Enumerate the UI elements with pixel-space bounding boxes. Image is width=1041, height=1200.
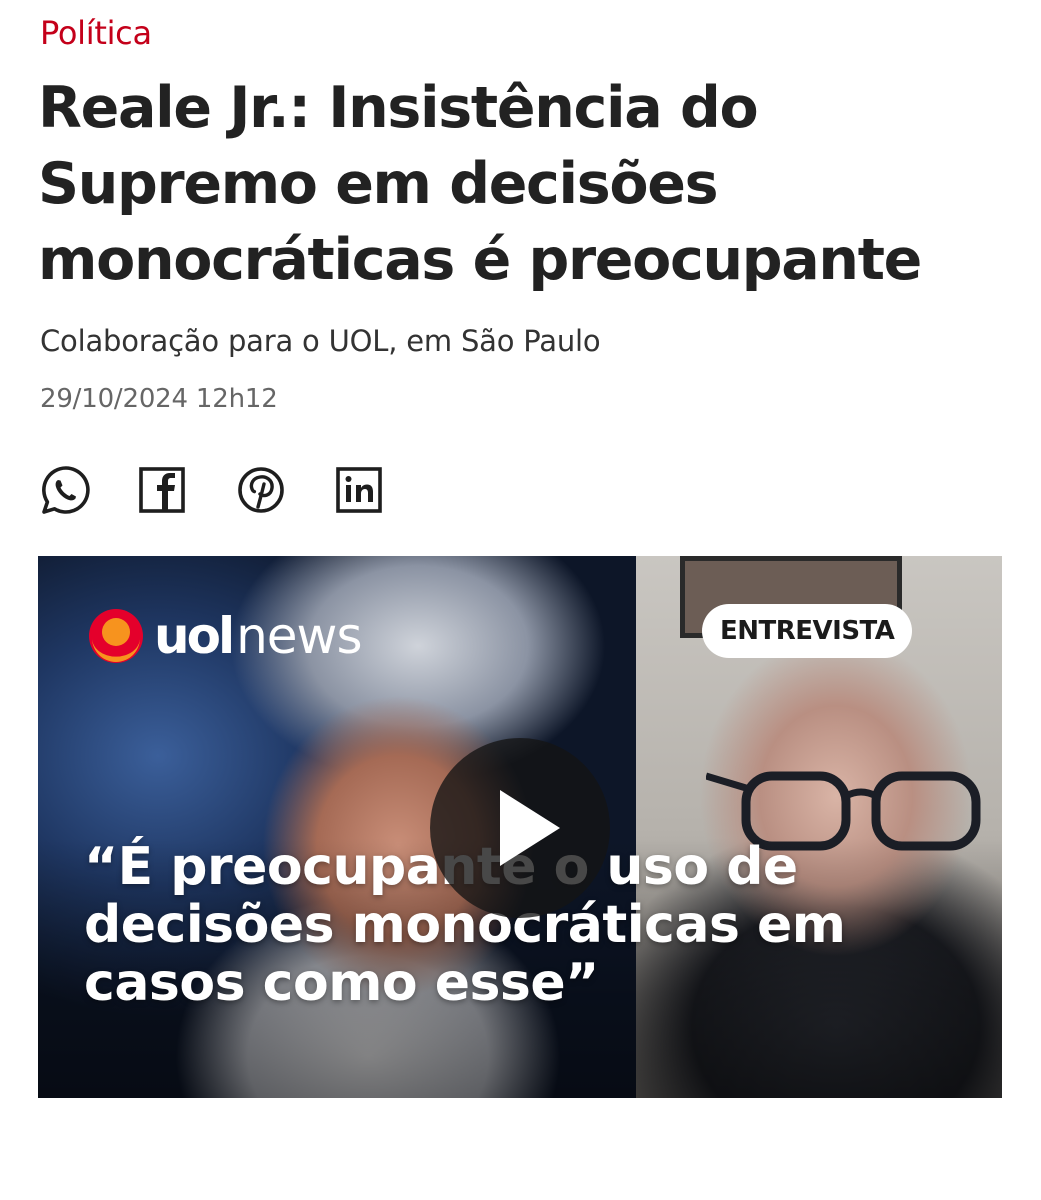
play-button[interactable] [430,738,610,918]
pinterest-icon[interactable] [236,464,288,516]
share-bar [40,464,386,516]
whatsapp-icon[interactable] [40,464,92,516]
article-byline: Colaboração para o UOL, em São Paulo [40,324,601,358]
play-icon [500,790,560,866]
logo-text-news: news [236,607,362,665]
article-headline: Reale Jr.: Insistência do Supremo em dec… [38,75,922,293]
uol-logo-icon [89,609,143,663]
interview-badge: ENTREVISTA [702,604,913,658]
article-date: 29/10/2024 12h12 [40,384,278,414]
linkedin-icon[interactable] [334,464,386,516]
logo-text-uol: uol [154,607,235,665]
article-page: Política Reale Jr.: Insistência do Supre… [0,0,1041,1200]
video-player[interactable]: uol news ENTREVISTA “É preocupante o uso… [38,556,1002,1098]
section-link[interactable]: Política [40,14,152,52]
uol-news-logo: uol news [88,604,363,668]
facebook-icon[interactable] [138,464,190,516]
